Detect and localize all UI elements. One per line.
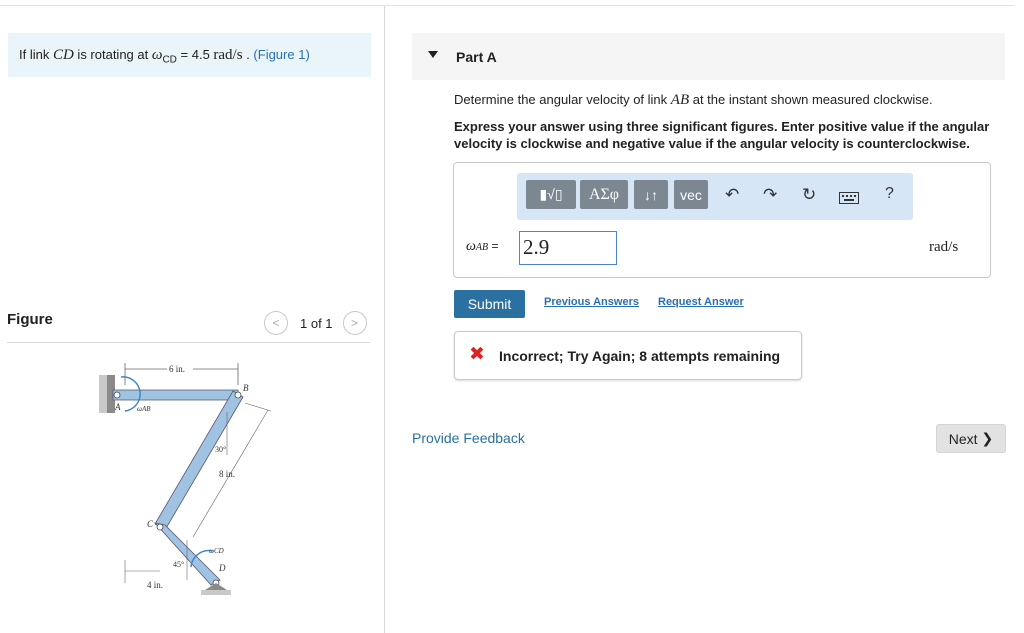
chevron-left-icon: <	[272, 316, 280, 330]
wall-hatch-a	[99, 375, 107, 413]
chevron-right-icon: ❯	[981, 430, 994, 446]
provide-feedback-link[interactable]: Provide Feedback	[412, 430, 525, 446]
mechanism-diagram: 6 in. B A ωAB 30° 8 in. C ωCD 45° D 4 in…	[99, 363, 272, 595]
next-label: Next	[948, 430, 978, 447]
keyboard-icon[interactable]	[839, 189, 859, 209]
link-ab	[112, 389, 239, 401]
template-icon: ▮√▯	[539, 186, 563, 202]
chevron-right-icon: >	[351, 316, 359, 330]
reset-icon[interactable]: ↻	[802, 185, 816, 205]
vector-button[interactable]: vec	[674, 180, 708, 209]
panel-divider	[384, 6, 385, 633]
figure-title: Figure	[7, 311, 53, 328]
label-omega-cd: ωCD	[209, 547, 224, 555]
figure-pager: < 1 of 1 >	[264, 311, 367, 335]
label-angle-30: 30°	[215, 445, 226, 454]
math-toolbar: ▮√▯ ΑΣφ ↓↑ vec ↶ ↷ ↻ ?	[517, 173, 913, 220]
next-figure-button[interactable]: >	[342, 311, 367, 335]
problem-text: is rotating at	[73, 47, 152, 62]
question-text: Determine the angular velocity of link A…	[454, 92, 933, 109]
template-button[interactable]: ▮√▯	[526, 180, 576, 209]
collapse-triangle-icon[interactable]	[428, 51, 438, 58]
prev-figure-button[interactable]: <	[264, 311, 288, 335]
omega-symbol: ω	[151, 47, 163, 63]
pager-count: 1 of 1	[300, 315, 333, 331]
label-c: C	[147, 519, 154, 529]
label-angle-45: 45°	[173, 560, 184, 569]
pin-c	[156, 523, 164, 531]
link-variable: CD	[52, 47, 74, 63]
request-answer-link[interactable]: Request Answer	[658, 296, 744, 308]
answer-input[interactable]: 2.9	[519, 231, 617, 265]
answer-omega: ω	[466, 239, 476, 254]
subscript-superscript-button[interactable]: ↓↑	[634, 180, 668, 209]
feedback-message-box: ✖ Incorrect; Try Again; 8 attempts remai…	[454, 331, 802, 380]
greek-symbols-button[interactable]: ΑΣφ	[580, 180, 628, 209]
instructions-text: Express your answer using three signific…	[454, 119, 990, 151]
figure-divider	[7, 342, 370, 343]
part-a-header[interactable]: Part A	[412, 33, 1005, 80]
label-d: D	[218, 563, 226, 573]
pin-a	[113, 391, 121, 399]
figure-link[interactable]: (Figure 1)	[253, 47, 309, 62]
part-a-title: Part A	[456, 49, 497, 65]
problem-text: If link	[19, 47, 53, 62]
arrows-icon: ↓↑	[644, 186, 658, 203]
top-divider	[0, 5, 1014, 6]
redo-icon[interactable]: ↷	[763, 185, 777, 205]
label-dim-mid: 8 in.	[219, 469, 235, 479]
answer-label: ωAB =	[466, 239, 498, 255]
label-b: B	[243, 383, 249, 393]
submit-button[interactable]: Submit	[454, 290, 525, 318]
dimension-line	[244, 402, 272, 412]
feedback-message: Incorrect; Try Again; 8 attempts remaini…	[499, 348, 781, 364]
answer-subscript: AB	[475, 242, 489, 253]
label-omega-ab: ωAB	[137, 405, 151, 413]
dim-top-label: 6 in.	[169, 364, 185, 374]
error-x-icon: ✖	[469, 344, 485, 365]
help-icon[interactable]: ?	[885, 185, 894, 203]
answer-equals: =	[488, 239, 499, 253]
vec-label: vec	[680, 186, 702, 203]
previous-answers-link[interactable]: Previous Answers	[544, 296, 639, 308]
label-dim-bottom: 4 in.	[147, 580, 163, 590]
greek-label: ΑΣφ	[588, 185, 620, 203]
question-variable: AB	[670, 92, 690, 108]
next-button[interactable]: Next ❯	[936, 424, 1006, 453]
ground-support-d	[205, 583, 227, 590]
problem-text: .	[242, 47, 254, 62]
problem-value: = 4.5	[176, 47, 214, 62]
problem-units: rad/s	[213, 47, 243, 63]
label-a: A	[114, 402, 121, 412]
undo-icon[interactable]: ↶	[725, 185, 739, 205]
link-bc	[154, 390, 244, 531]
answer-units: rad/s	[929, 239, 959, 255]
pin-b	[234, 391, 242, 399]
omega-subscript: CD	[162, 54, 177, 66]
question-suffix: at the instant shown measured clockwise.	[689, 92, 933, 107]
problem-statement: If link CD is rotating at ωCD = 4.5 rad/…	[8, 33, 371, 77]
question-prefix: Determine the angular velocity of link	[454, 92, 671, 107]
ground-hatch-d	[201, 590, 231, 595]
